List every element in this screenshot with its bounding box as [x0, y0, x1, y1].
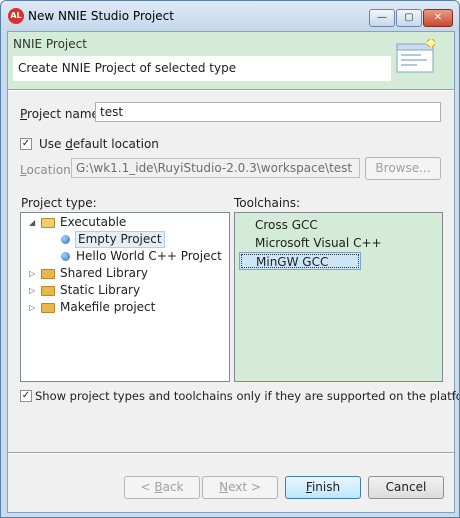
folder-icon — [41, 286, 55, 296]
project-template-icon — [61, 252, 70, 261]
tree-item-hello-world[interactable]: Hello World C++ Project — [27, 248, 222, 265]
dialog-client-area: NNIE Project Create NNIE Project of sele… — [7, 31, 459, 513]
folder-icon — [41, 303, 55, 313]
maximize-button[interactable]: ▢ — [396, 9, 422, 27]
wizard-banner: NNIE Project Create NNIE Project of sele… — [8, 32, 454, 89]
window-title: New NNIE Studio Project — [28, 9, 174, 23]
collapsed-arrow-icon[interactable]: ▷ — [29, 299, 35, 316]
toolchain-item-cross-gcc[interactable]: Cross GCC — [239, 216, 334, 234]
banner-divider — [8, 89, 454, 91]
footer-divider — [8, 452, 454, 454]
wizard-window-icon — [396, 36, 437, 73]
toolchain-item-msvc[interactable]: Microsoft Visual C++ — [239, 234, 398, 252]
location-field[interactable]: G:\wk1.1_ide\RuyiStudio-2.0.3\workspace\… — [71, 158, 360, 178]
close-button[interactable]: ✕ — [423, 9, 453, 27]
use-default-location-label[interactable]: Use default location — [39, 137, 159, 151]
tree-item-label: Hello World C++ Project — [76, 249, 222, 263]
dialog-window: AL New NNIE Studio Project — ▢ ✕ NNIE Pr… — [0, 0, 460, 518]
tree-item-label: Empty Project — [75, 231, 165, 248]
tree-item-executable[interactable]: ◢ Executable — [27, 214, 217, 231]
title-bar[interactable]: AL New NNIE Studio Project — ▢ ✕ — [1, 1, 459, 31]
tree-item-makefile-project[interactable]: ▷ Makefile project — [27, 299, 217, 316]
expanded-arrow-icon[interactable]: ◢ — [29, 214, 35, 231]
minimize-button[interactable]: — — [369, 9, 395, 27]
toolchains-list[interactable]: Cross GCC Microsoft Visual C++ MinGW GCC — [234, 212, 443, 382]
project-name-field[interactable]: test — [95, 102, 441, 122]
toolchains-label: Toolchains: — [234, 196, 301, 210]
tree-item-label: Executable — [60, 215, 127, 229]
tree-item-empty-project[interactable]: Empty Project — [27, 231, 217, 248]
supported-only-label[interactable]: Show project types and toolchains only i… — [35, 389, 459, 403]
use-default-location-checkbox[interactable]: ✓ — [20, 138, 32, 150]
folder-open-icon — [41, 218, 55, 228]
toolchain-item-mingw-gcc[interactable]: MinGW GCC — [239, 252, 361, 270]
supported-only-checkbox[interactable]: ✓ — [20, 390, 32, 402]
location-label: Location: — [20, 163, 75, 177]
banner-title: NNIE Project — [13, 37, 87, 51]
tree-item-label: Makefile project — [60, 300, 156, 314]
tree-item-static-library[interactable]: ▷ Static Library — [27, 282, 217, 299]
collapsed-arrow-icon[interactable]: ▷ — [29, 282, 35, 299]
collapsed-arrow-icon[interactable]: ▷ — [29, 265, 35, 282]
next-button[interactable]: Next > — [202, 476, 278, 499]
tree-item-label: Static Library — [60, 283, 141, 297]
project-type-tree[interactable]: ◢ Executable Empty Project Hello World C… — [20, 212, 230, 382]
project-type-label: Project type: — [21, 196, 97, 210]
tree-item-label: Shared Library — [60, 266, 149, 280]
project-name-label: Project name: — [20, 107, 103, 121]
finish-button[interactable]: Finish — [285, 476, 361, 499]
cancel-button[interactable]: Cancel — [368, 476, 444, 499]
back-button[interactable]: < Back — [124, 476, 200, 499]
folder-icon — [41, 269, 55, 279]
tree-item-shared-library[interactable]: ▷ Shared Library — [27, 265, 217, 282]
banner-message: Create NNIE Project of selected type — [13, 56, 391, 81]
app-logo-icon: AL — [8, 8, 24, 24]
browse-button[interactable]: Browse... — [365, 157, 441, 180]
project-template-icon — [61, 235, 70, 244]
